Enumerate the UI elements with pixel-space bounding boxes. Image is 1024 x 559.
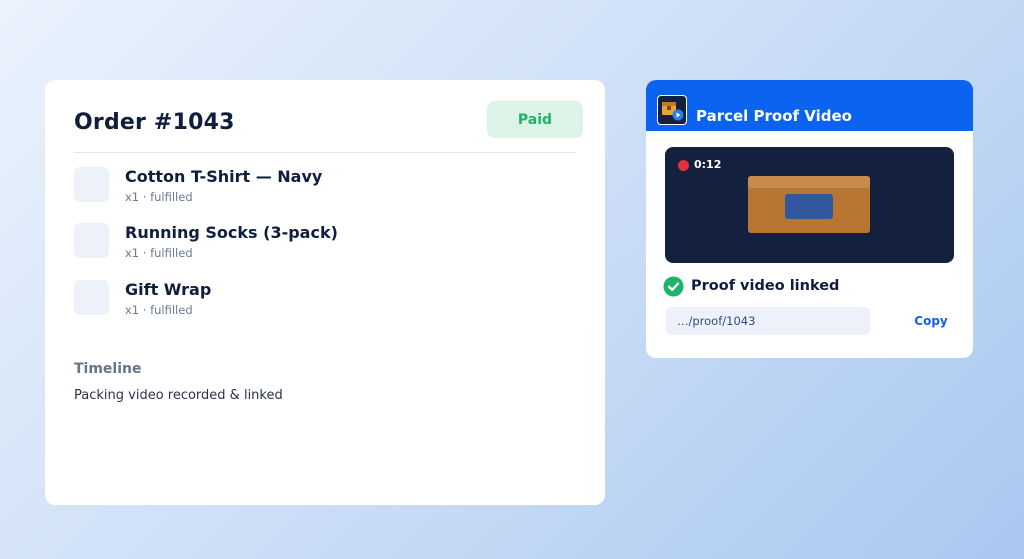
- proof-link-field[interactable]: …/proof/1043: [666, 307, 870, 335]
- line-item[interactable]: Running Socks (3-pack) x1 · fulfilled: [74, 222, 574, 262]
- item-name: Gift Wrap: [125, 280, 212, 299]
- link-status-text: Proof video linked: [691, 278, 840, 294]
- line-item[interactable]: Gift Wrap x1 · fulfilled: [74, 279, 574, 319]
- timeline-heading: Timeline: [74, 361, 142, 377]
- proof-video-panel: Parcel Proof Video 0:12 Proof video link…: [646, 80, 973, 358]
- order-title: Order #1043: [74, 110, 235, 135]
- check-circle-icon: [663, 276, 684, 297]
- item-name: Cotton T-Shirt — Navy: [125, 167, 323, 186]
- recording-indicator-icon: [678, 160, 689, 171]
- order-card: Order #1043 Paid Cotton T-Shirt — Navy x…: [45, 80, 605, 505]
- divider: [74, 152, 576, 153]
- panel-header: Parcel Proof Video: [646, 80, 973, 131]
- item-thumbnail: [74, 167, 109, 202]
- status-badge: Paid: [487, 101, 583, 138]
- item-thumbnail: [74, 280, 109, 315]
- copy-button[interactable]: Copy: [904, 307, 958, 335]
- line-item[interactable]: Cotton T-Shirt — Navy x1 · fulfilled: [74, 166, 574, 206]
- timeline-entry: Packing video recorded & linked: [74, 388, 283, 403]
- item-meta: x1 · fulfilled: [125, 246, 193, 260]
- parcel-box-icon: [748, 176, 870, 233]
- item-thumbnail: [74, 223, 109, 258]
- item-meta: x1 · fulfilled: [125, 303, 193, 317]
- video-player[interactable]: 0:12: [665, 147, 954, 263]
- parcel-camera-icon: [657, 95, 687, 125]
- video-timestamp: 0:12: [694, 158, 722, 171]
- item-name: Running Socks (3-pack): [125, 223, 338, 242]
- item-meta: x1 · fulfilled: [125, 190, 193, 204]
- panel-title: Parcel Proof Video: [696, 107, 852, 125]
